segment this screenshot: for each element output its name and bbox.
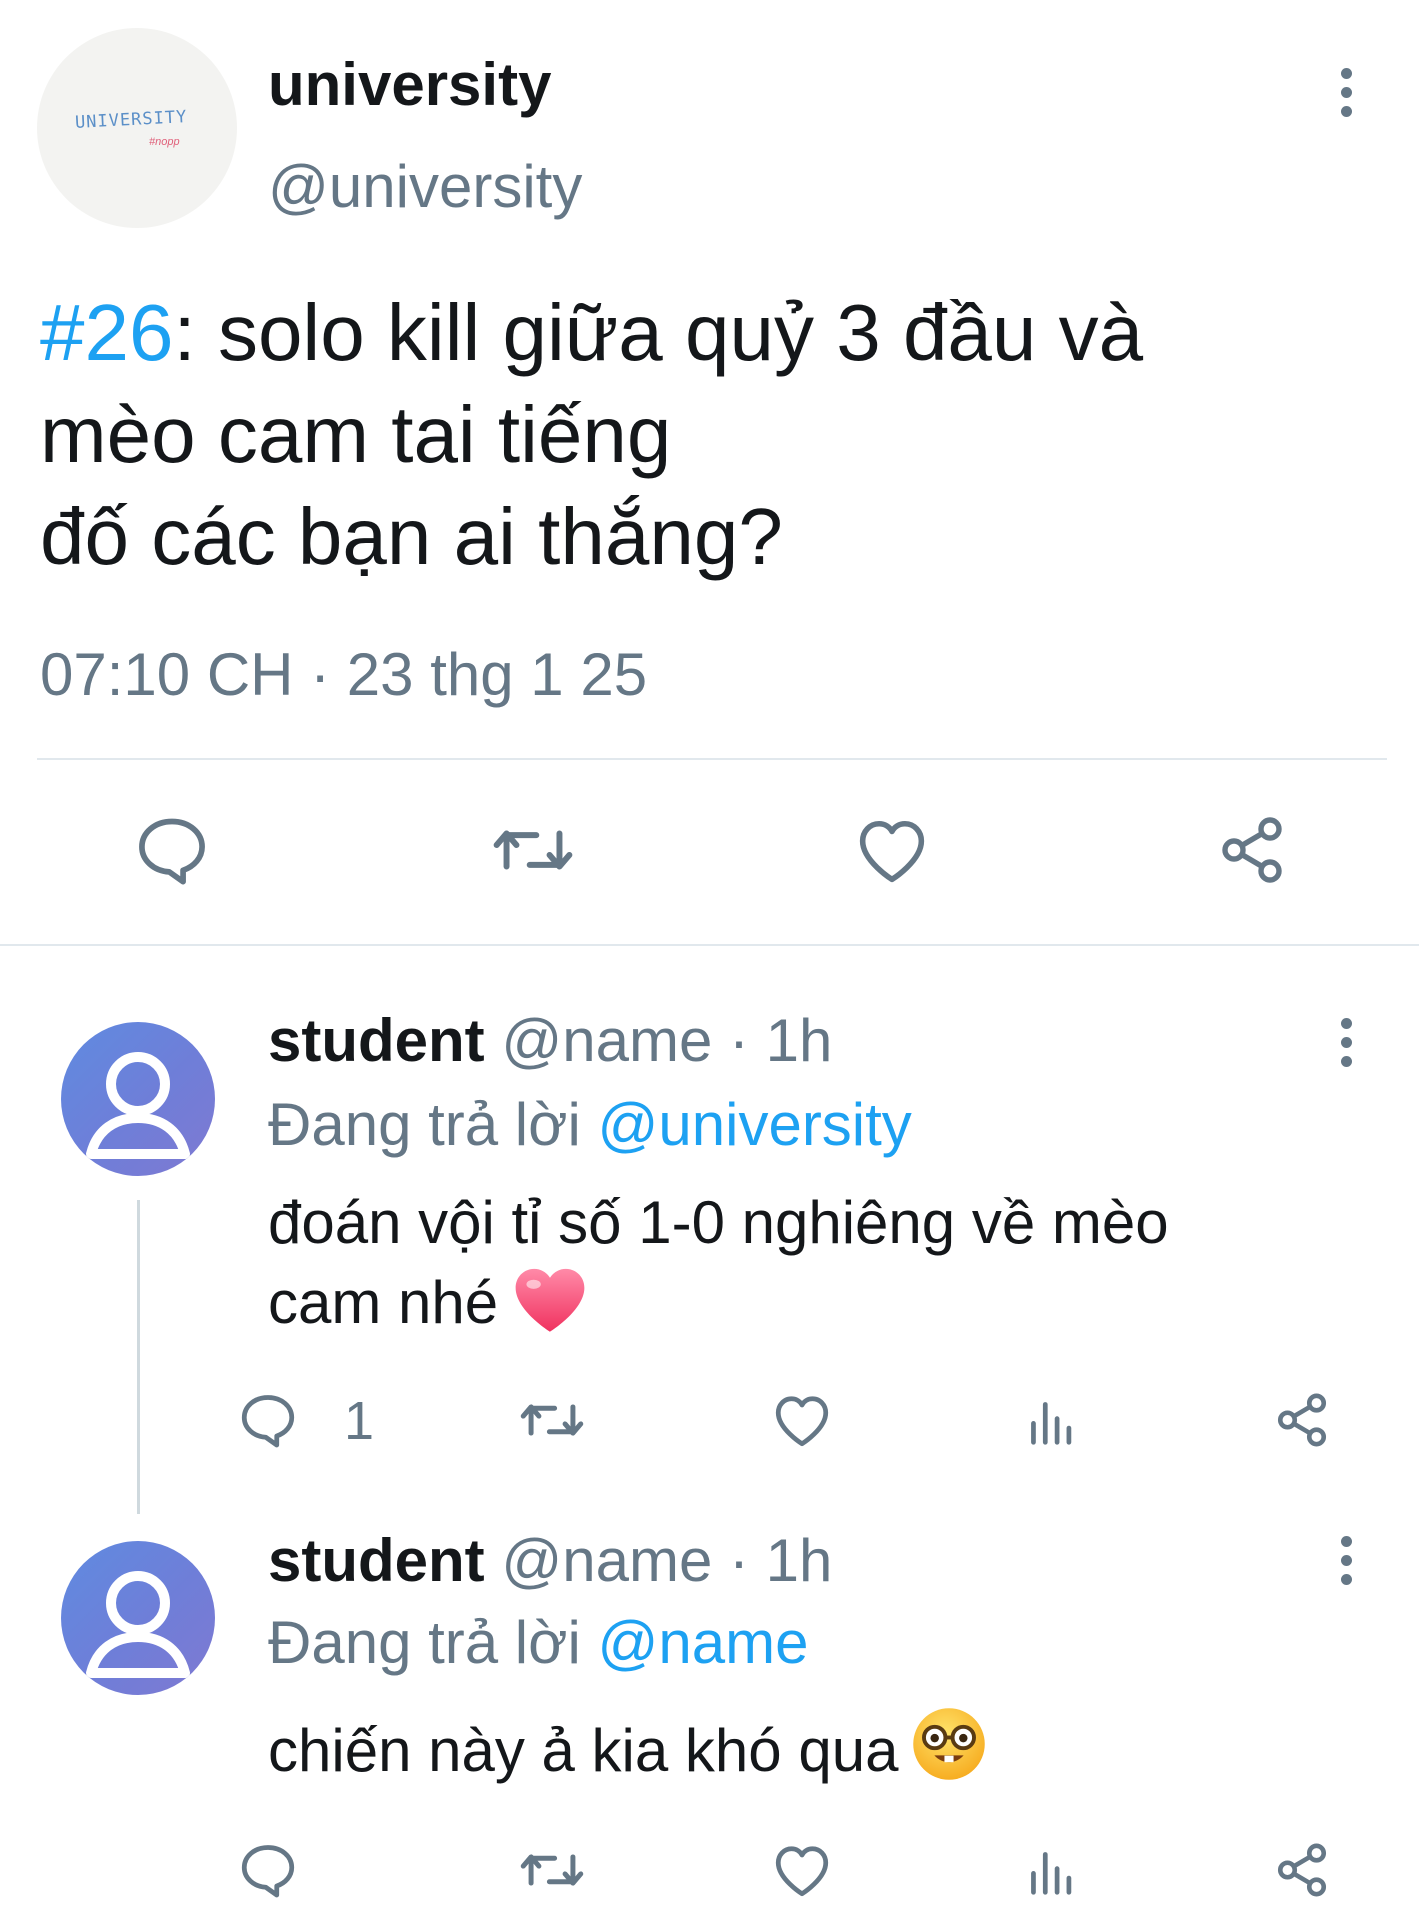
tweet-text-line1: : solo kill giữa quỷ 3 đầu và — [173, 288, 1144, 377]
like-icon[interactable] — [770, 1840, 834, 1900]
tweet-text: #26: solo kill giữa quỷ 3 đầu và mèo cam… — [40, 282, 1380, 588]
analytics-icon[interactable] — [1024, 1392, 1076, 1450]
reply-header: student @name · 1h — [268, 1006, 832, 1075]
reply-meta: @name · 1h — [501, 1007, 833, 1074]
reply-meta: @name · 1h — [501, 1527, 833, 1594]
reply-display-name[interactable]: student — [268, 1527, 485, 1594]
avatar-logo-subtext: #nopp — [149, 136, 180, 148]
main-avatar[interactable]: UNIVERSITY #nopp — [37, 28, 237, 228]
reply-avatar[interactable] — [61, 1022, 215, 1176]
heart-emoji-icon — [510, 1263, 590, 1355]
reply-text-line2: cam nhé — [268, 1269, 499, 1336]
replying-to-line: Đang trả lời @university — [268, 1090, 912, 1159]
share-icon[interactable] — [1212, 812, 1292, 888]
reply-text: đoán vội tỉ số 1-0 nghiêng về mèo cam nh… — [268, 1183, 1169, 1355]
reply-text: chiến này ả kia khó qua — [268, 1705, 988, 1803]
reply-display-name[interactable]: student — [268, 1007, 485, 1074]
like-icon[interactable] — [770, 1390, 834, 1450]
author-display-name[interactable]: university — [268, 50, 551, 119]
reply-icon[interactable] — [236, 1390, 300, 1450]
reply-count: 1 — [344, 1391, 375, 1451]
retweet-icon[interactable] — [518, 1390, 586, 1450]
replying-prefix: Đang trả lời — [268, 1609, 581, 1676]
reply-icon[interactable] — [236, 1840, 300, 1900]
share-icon[interactable] — [1272, 1390, 1332, 1450]
tweet-timestamp[interactable]: 07:10 CH · 23 thg 1 25 — [40, 640, 647, 709]
replying-to-line: Đang trả lời @name — [268, 1608, 808, 1677]
author-handle[interactable]: @university — [268, 152, 582, 221]
retweet-icon[interactable] — [490, 815, 576, 885]
avatar-logo-text: UNIVERSITY — [74, 107, 188, 133]
analytics-icon[interactable] — [1024, 1842, 1076, 1900]
share-icon[interactable] — [1272, 1840, 1332, 1900]
replying-prefix: Đang trả lời — [268, 1091, 581, 1158]
reply-text-line1: đoán vội tỉ số 1-0 nghiêng về mèo — [268, 1189, 1169, 1256]
reply-icon[interactable] — [132, 815, 212, 885]
nerd-face-emoji-icon — [910, 1705, 988, 1803]
more-options-icon[interactable] — [1326, 1012, 1366, 1072]
like-icon[interactable] — [852, 815, 932, 885]
reply-avatar[interactable] — [61, 1541, 215, 1695]
reply-text-line1: chiến này ả kia khó qua — [268, 1717, 899, 1784]
tweet-text-line2: mèo cam tai tiếng — [40, 390, 672, 479]
replying-mention[interactable]: @name — [597, 1609, 808, 1676]
retweet-icon[interactable] — [518, 1840, 586, 1900]
replying-mention[interactable]: @university — [597, 1091, 911, 1158]
divider — [37, 758, 1387, 760]
reply-header: student @name · 1h — [268, 1526, 832, 1595]
more-options-icon[interactable] — [1326, 62, 1366, 122]
section-divider — [0, 944, 1419, 946]
thread-line — [137, 1200, 140, 1514]
more-options-icon[interactable] — [1326, 1530, 1366, 1590]
hashtag-link[interactable]: #26 — [40, 288, 173, 377]
tweet-text-line3: đố các bạn ai thắng? — [40, 492, 783, 581]
